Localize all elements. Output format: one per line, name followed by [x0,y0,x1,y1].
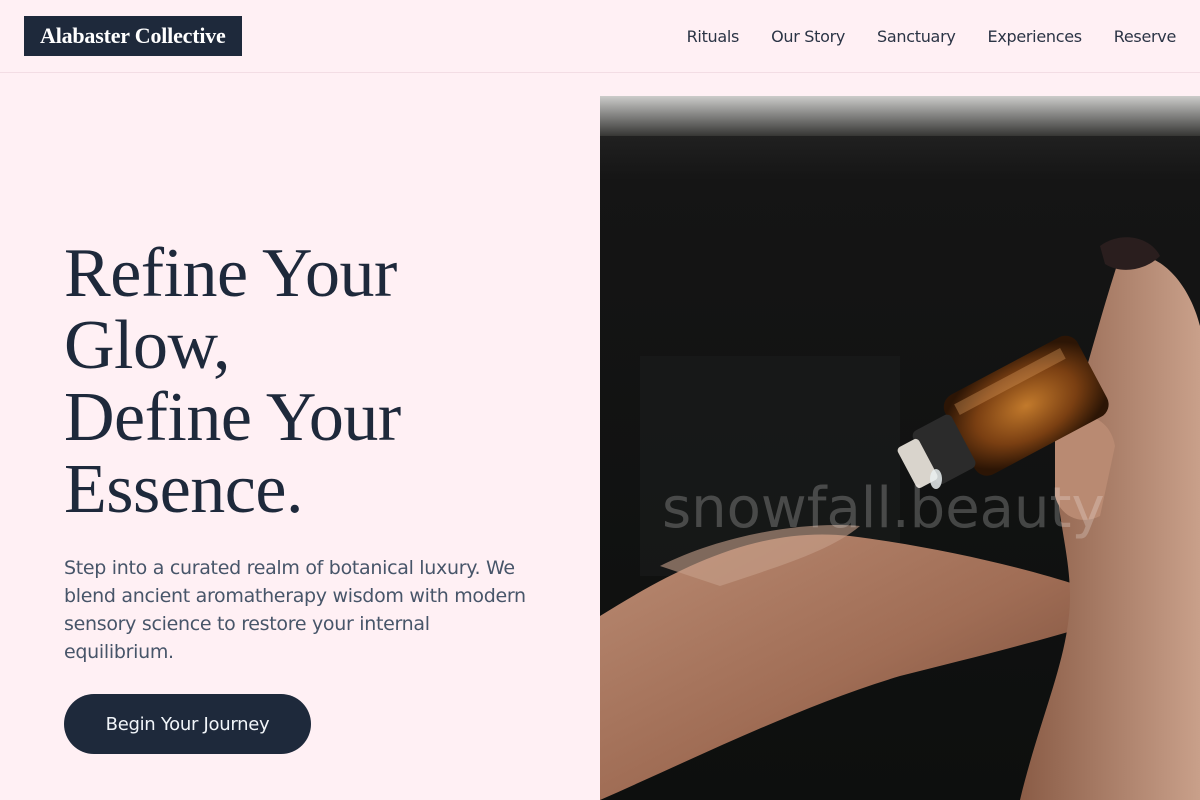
nav-item-reserve[interactable]: Reserve [1114,27,1177,46]
nav-item-experiences[interactable]: Experiences [988,27,1083,46]
hero-photo: snowfall.beauty [600,96,1200,800]
main-nav: Rituals Our Story Sanctuary Experiences … [655,27,1177,46]
nav-item-our-story[interactable]: Our Story [771,27,845,46]
hero-subtext: Step into a curated realm of botanical l… [64,557,526,663]
nav-item-sanctuary[interactable]: Sanctuary [877,27,956,46]
essential-oil-dropper-photo [600,96,1200,800]
image-watermark: snowfall.beauty [662,476,1105,541]
nav-item-rituals[interactable]: Rituals [687,27,740,46]
begin-journey-button[interactable]: Begin Your Journey [64,694,311,754]
hero-text: Refine Your Glow, Define Your Essence. S… [64,238,564,666]
headline-line: Define Your [64,379,401,456]
headline-line: Refine Your [64,235,397,312]
headline-line: Glow, [64,307,231,384]
site-header: Alabaster Collective Rituals Our Story S… [0,0,1200,73]
brand-logo[interactable]: Alabaster Collective [24,16,242,56]
headline-line: Essence. [64,451,303,528]
hero-headline: Refine Your Glow, Define Your Essence. [64,238,564,526]
